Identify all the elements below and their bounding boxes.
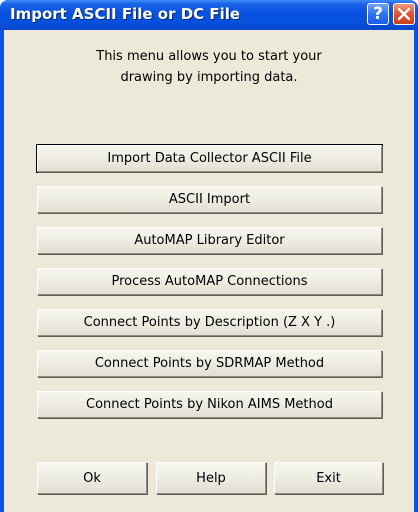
intro-line-2: drawing by importing data. xyxy=(120,70,298,85)
close-icon xyxy=(397,7,411,21)
help-button[interactable]: Help xyxy=(156,462,266,494)
dialog-window: Import ASCII File or DC File ? This menu… xyxy=(0,0,418,512)
close-button[interactable] xyxy=(393,3,415,25)
connect-points-sdrmap-button[interactable]: Connect Points by SDRMAP Method xyxy=(37,350,382,377)
import-data-collector-ascii-button[interactable]: Import Data Collector ASCII File xyxy=(37,145,382,172)
connect-points-by-description-button[interactable]: Connect Points by Description (Z X Y .) xyxy=(37,309,382,336)
title-bar[interactable]: Import ASCII File or DC File ? xyxy=(0,0,418,30)
window-title: Import ASCII File or DC File xyxy=(10,5,241,23)
connect-points-nikon-aims-button[interactable]: Connect Points by Nikon AIMS Method xyxy=(37,391,382,418)
exit-button[interactable]: Exit xyxy=(274,462,383,494)
process-automap-connections-button[interactable]: Process AutoMAP Connections xyxy=(37,268,382,295)
ascii-import-button[interactable]: ASCII Import xyxy=(37,186,382,213)
dialog-body: This menu allows you to start your drawi… xyxy=(4,30,414,512)
help-question-icon[interactable]: ? xyxy=(367,3,389,25)
ok-button[interactable]: Ok xyxy=(37,462,147,494)
automap-library-editor-button[interactable]: AutoMAP Library Editor xyxy=(37,227,382,254)
intro-line-1: This menu allows you to start your xyxy=(96,49,322,64)
intro-text: This menu allows you to start your drawi… xyxy=(4,46,414,88)
